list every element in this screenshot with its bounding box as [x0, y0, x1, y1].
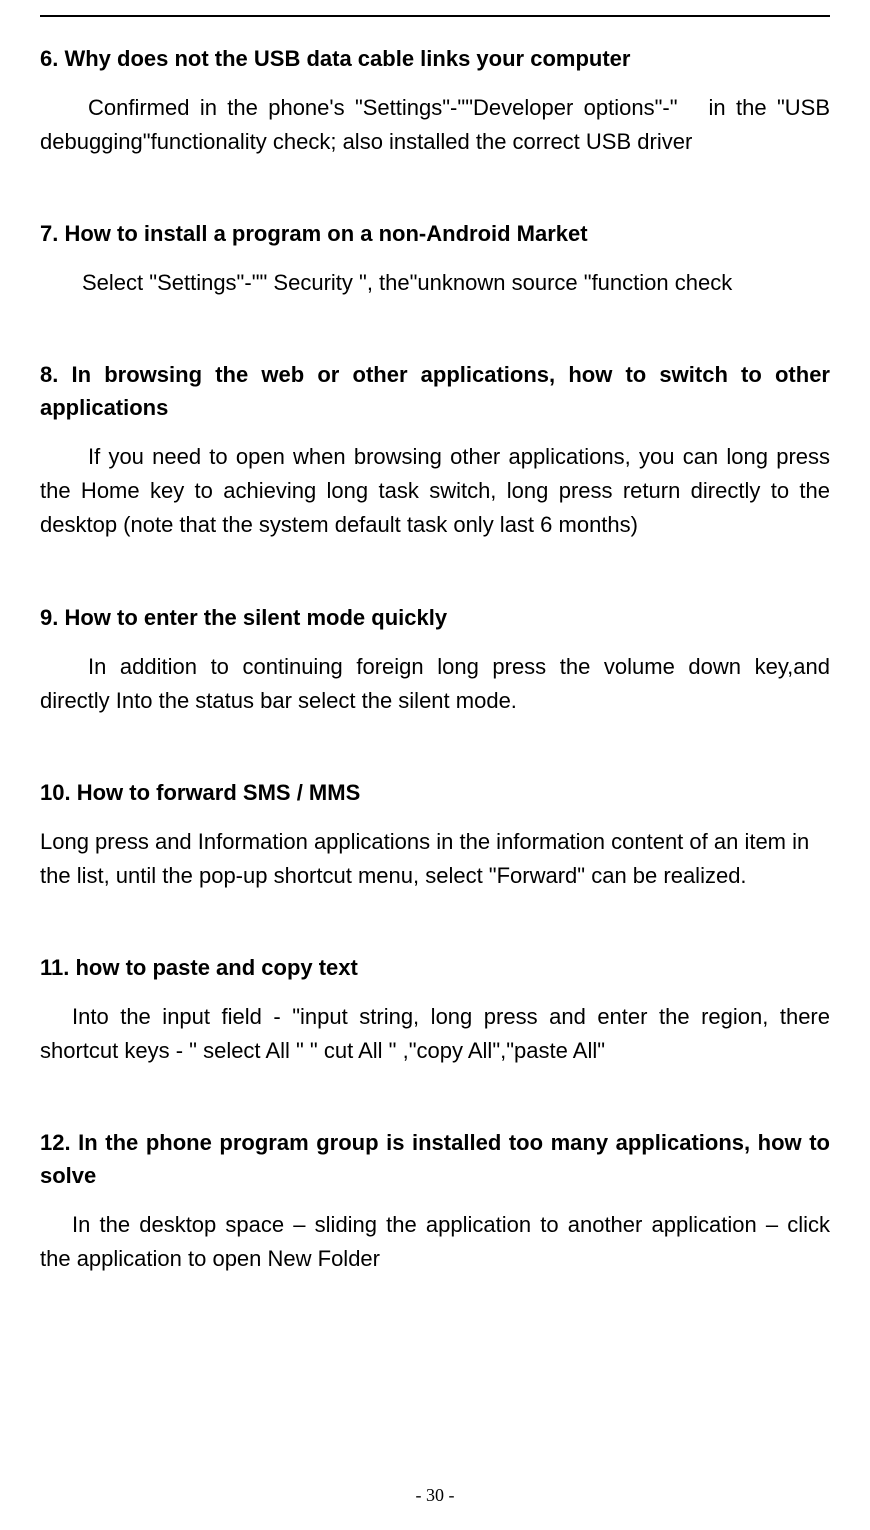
top-rule	[40, 15, 830, 17]
section-12: 12. In the phone program group is instal…	[40, 1126, 830, 1276]
heading-10: 10. How to forward SMS / MMS	[40, 776, 830, 809]
heading-8: 8. In browsing the web or other applicat…	[40, 358, 830, 424]
heading-11: 11. how to paste and copy text	[40, 951, 830, 984]
body-11: Into the input field - "input string, lo…	[40, 1000, 830, 1068]
body-7: Select "Settings"-"" Security ", the"unk…	[40, 266, 830, 300]
section-8: 8. In browsing the web or other applicat…	[40, 358, 830, 542]
heading-9: 9. How to enter the silent mode quickly	[40, 601, 830, 634]
body-8: If you need to open when browsing other …	[40, 440, 830, 542]
heading-6: 6. Why does not the USB data cable links…	[40, 42, 830, 75]
section-7: 7. How to install a program on a non-And…	[40, 217, 830, 300]
body-6: Confirmed in the phone's "Settings"-""De…	[40, 91, 830, 159]
section-6: 6. Why does not the USB data cable links…	[40, 42, 830, 159]
heading-12: 12. In the phone program group is instal…	[40, 1126, 830, 1192]
body-12: In the desktop space – sliding the appli…	[40, 1208, 830, 1276]
page-number: - 30 -	[0, 1485, 870, 1506]
body-10: Long press and Information applications …	[40, 825, 830, 893]
heading-7: 7. How to install a program on a non-And…	[40, 217, 830, 250]
section-11: 11. how to paste and copy text Into the …	[40, 951, 830, 1068]
body-9: In addition to continuing foreign long p…	[40, 650, 830, 718]
section-9: 9. How to enter the silent mode quickly …	[40, 601, 830, 718]
section-10: 10. How to forward SMS / MMS Long press …	[40, 776, 830, 893]
